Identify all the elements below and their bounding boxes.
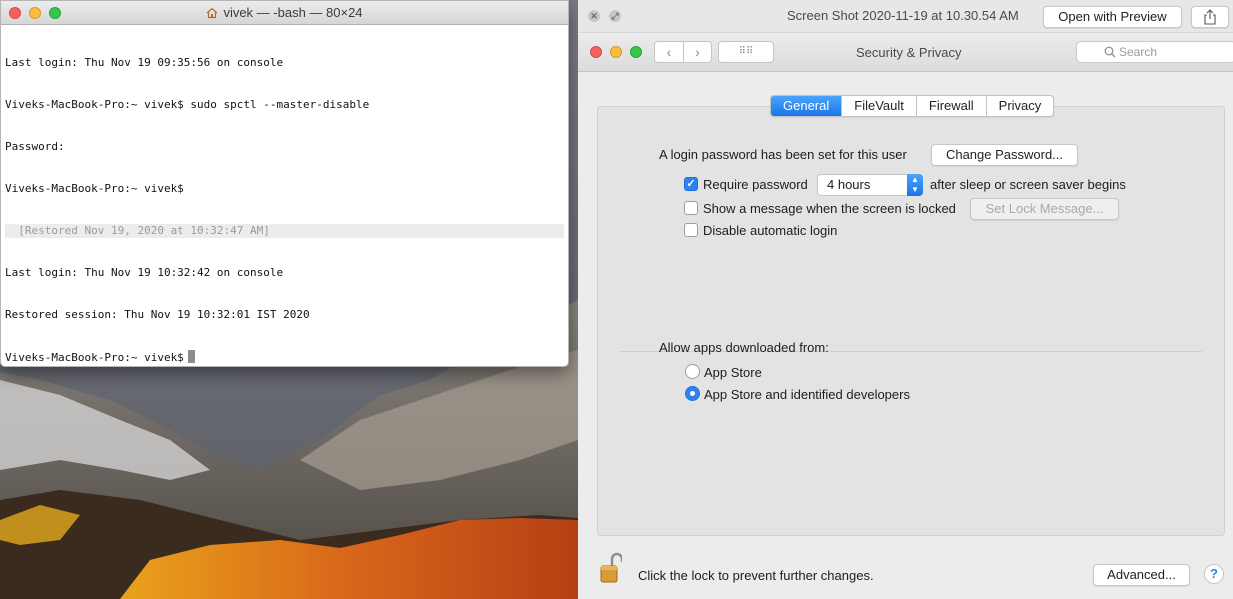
preview-window[interactable]: ✕ ⤢ Screen Shot 2020-11-19 at 10.30.54 A… — [578, 0, 1233, 599]
allow-apps-label: Allow apps downloaded from: — [659, 340, 829, 355]
close-icon[interactable]: ✕ — [588, 10, 600, 22]
search-field[interactable]: Search — [1076, 41, 1233, 63]
prefs-zoom-button[interactable] — [630, 46, 642, 58]
lock-status-text: Click the lock to prevent further change… — [638, 568, 874, 583]
terminal-line: Restored session: Thu Nov 19 10:32:01 IS… — [5, 308, 310, 321]
set-lock-message-button[interactable]: Set Lock Message... — [970, 198, 1119, 220]
back-forward-control[interactable]: ‹ › — [654, 41, 712, 63]
terminal-prompt-line[interactable]: Viveks-MacBook-Pro:~ vivek$ — [5, 350, 564, 364]
back-arrow-icon[interactable]: ‹ — [655, 42, 683, 62]
tab-privacy[interactable]: Privacy — [985, 96, 1054, 116]
app-store-label: App Store — [704, 365, 762, 380]
general-panel — [597, 106, 1225, 536]
advanced-button[interactable]: Advanced... — [1093, 564, 1190, 586]
security-privacy-window: ‹ › ⠿⠿ Security & Privacy Search General… — [578, 34, 1233, 599]
preview-titlebar[interactable]: ✕ ⤢ Screen Shot 2020-11-19 at 10.30.54 A… — [578, 0, 1233, 33]
app-store-radio[interactable] — [685, 364, 700, 379]
tab-firewall[interactable]: Firewall — [915, 96, 986, 116]
login-password-text: A login password has been set for this u… — [659, 147, 907, 162]
prefs-minimize-button[interactable] — [610, 46, 622, 58]
terminal-output[interactable]: Last login: Thu Nov 19 09:35:56 on conso… — [1, 25, 568, 366]
tab-filevault[interactable]: FileVault — [841, 96, 916, 116]
change-password-button[interactable]: Change Password... — [931, 144, 1078, 166]
share-icon — [1204, 9, 1216, 25]
terminal-line: Last login: Thu Nov 19 10:32:42 on conso… — [5, 266, 284, 279]
terminal-restored-marker: [Restored Nov 19, 2020 at 10:32:47 AM] — [5, 224, 564, 238]
terminal-title-text: vivek — -bash — 80×24 — [223, 5, 363, 20]
after-sleep-text: after sleep or screen saver begins — [930, 177, 1126, 192]
show-all-button[interactable]: ⠿⠿ — [718, 41, 774, 63]
house-icon — [207, 7, 218, 18]
terminal-prompt: Viveks-MacBook-Pro:~ vivek$ — [5, 351, 184, 364]
help-button[interactable]: ? — [1204, 564, 1224, 584]
forward-arrow-icon[interactable]: › — [683, 42, 711, 62]
terminal-line: Password: — [5, 140, 65, 153]
search-icon — [1104, 46, 1116, 58]
require-password-label: Require password — [703, 177, 808, 192]
updown-chevron-icon: ▲ ▼ — [907, 174, 923, 196]
require-password-checkbox[interactable]: ✓ — [684, 177, 698, 191]
require-password-interval-value: 4 hours — [827, 177, 871, 192]
preview-title: Screen Shot 2020-11-19 at 10.30.54 AM — [787, 8, 1019, 23]
terminal-titlebar[interactable]: vivek — -bash — 80×24 — [1, 1, 568, 25]
terminal-line: Viveks-MacBook-Pro:~ vivek$ sudo spctl -… — [5, 98, 370, 111]
tab-general[interactable]: General — [771, 96, 842, 116]
terminal-window[interactable]: vivek — -bash — 80×24 Last login: Thu No… — [0, 0, 569, 367]
terminal-line: Last login: Thu Nov 19 09:35:56 on conso… — [5, 56, 284, 69]
prefs-toolbar: ‹ › ⠿⠿ Security & Privacy Search — [578, 34, 1233, 72]
app-store-identified-radio[interactable] — [685, 386, 700, 401]
terminal-title: vivek — -bash — 80×24 — [1, 5, 568, 20]
fullscreen-icon[interactable]: ⤢ — [609, 10, 621, 22]
search-placeholder: Search — [1119, 45, 1158, 59]
share-button[interactable] — [1191, 6, 1229, 28]
app-store-identified-label: App Store and identified developers — [704, 387, 910, 402]
unlocked-padlock-icon[interactable] — [600, 552, 622, 584]
terminal-line: Viveks-MacBook-Pro:~ vivek$ — [5, 182, 184, 195]
grid-icon: ⠿⠿ — [738, 46, 754, 57]
show-message-checkbox[interactable] — [684, 201, 698, 215]
disable-auto-login-label: Disable automatic login — [703, 223, 838, 238]
disable-auto-login-checkbox[interactable] — [684, 223, 698, 237]
prefs-close-button[interactable] — [590, 46, 602, 58]
prefs-tabs[interactable]: General FileVault Firewall Privacy — [770, 95, 1055, 117]
text-cursor — [187, 350, 195, 363]
show-message-label: Show a message when the screen is locked — [703, 201, 956, 216]
require-password-interval-select[interactable]: 4 hours ▲ ▼ — [817, 174, 923, 196]
prefs-title: Security & Privacy — [856, 45, 962, 60]
open-with-preview-button[interactable]: Open with Preview — [1043, 6, 1182, 28]
